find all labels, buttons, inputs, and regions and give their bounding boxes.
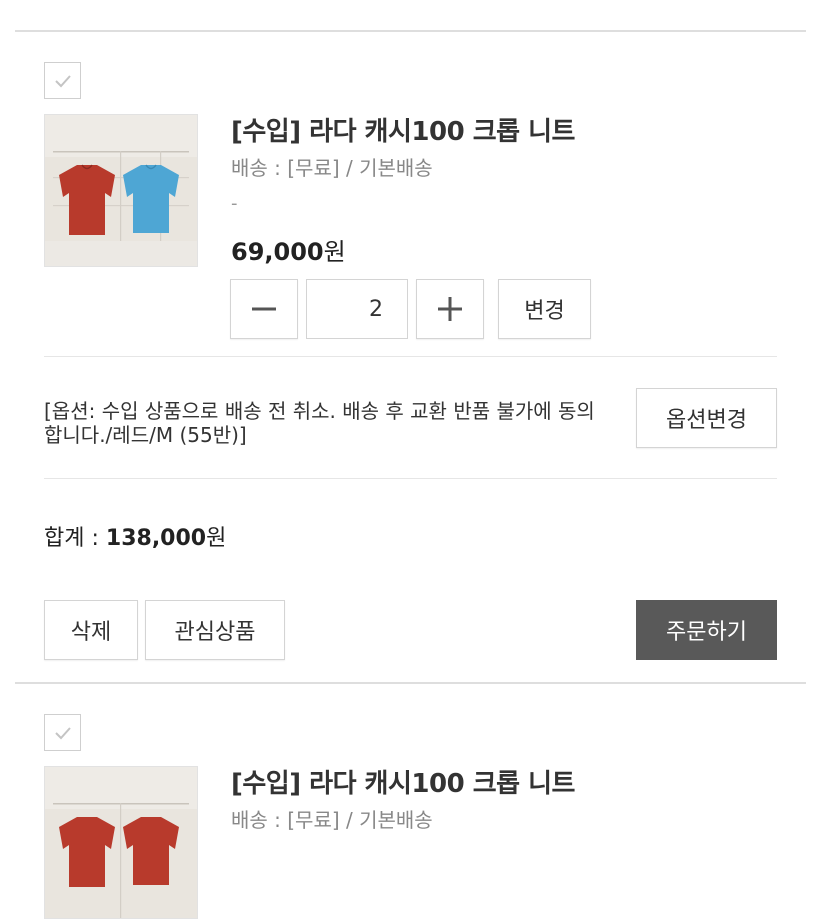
product-image [45,115,197,266]
total-value: 138,000 [105,526,207,551]
plus-icon [438,297,462,321]
product-title[interactable]: [수입] 라다 캐시100 크롭 니트 [231,763,575,800]
item-total: 합계 : 138,000원 [44,520,226,552]
quantity-increase-button[interactable] [416,279,484,339]
item-checkbox[interactable] [44,62,81,99]
check-icon [54,726,71,739]
total-label: 합계 : [44,526,106,551]
quantity-decrease-button[interactable] [230,279,298,339]
price-unit: 원 [323,238,346,266]
check-icon [54,74,71,87]
item-checkbox[interactable] [44,714,81,751]
option-description: [옵션: 수입 상품으로 배송 전 취소. 배송 후 교환 반품 불가에 동의합… [44,399,595,447]
option-placeholder: - [231,193,238,214]
divider [44,478,777,479]
order-button[interactable]: 주문하기 [636,600,777,660]
top-divider [15,30,806,32]
quantity-change-button[interactable]: 변경 [498,279,591,339]
product-title[interactable]: [수입] 라다 캐시100 크롭 니트 [231,111,575,148]
wishlist-button[interactable]: 관심상품 [145,600,285,660]
product-thumbnail[interactable] [44,766,198,919]
shipping-info: 배송 : [무료] / 기본배송 [231,156,433,180]
minus-icon [252,307,276,311]
product-thumbnail[interactable] [44,114,198,267]
item-divider [15,682,806,684]
product-price: 69,000원 [231,232,346,267]
divider [44,356,777,357]
delete-button[interactable]: 삭제 [44,600,138,660]
quantity-input[interactable]: 2 [306,279,408,339]
option-change-button[interactable]: 옵션변경 [636,388,777,448]
product-image [45,767,197,918]
total-unit: 원 [206,526,227,551]
price-value: 69,000 [231,238,324,266]
shipping-info: 배송 : [무료] / 기본배송 [231,808,433,832]
